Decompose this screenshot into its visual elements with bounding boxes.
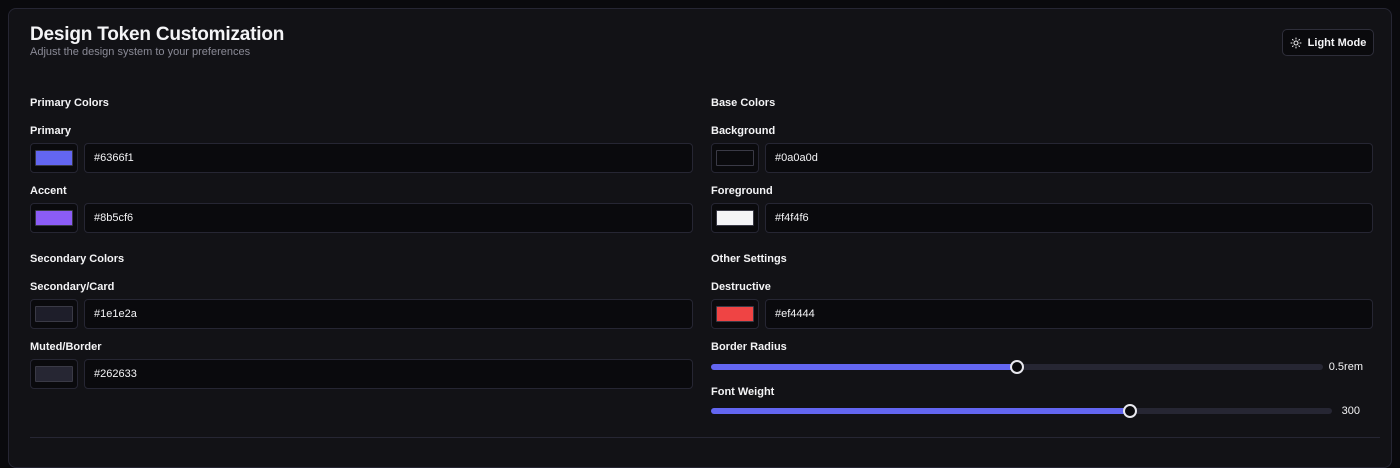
secondary-card-color-swatch [35,306,73,322]
muted-border-color-input[interactable] [84,359,693,389]
secondary-card-color-picker[interactable] [30,299,78,329]
muted-border-color-picker[interactable] [30,359,78,389]
light-mode-button[interactable]: Light Mode [1282,29,1374,56]
section-title-other-settings: Other Settings [711,253,787,265]
field-label-destructive: Destructive [711,281,771,293]
font-weight-slider[interactable] [711,404,1332,418]
accent-color-input[interactable] [84,203,693,233]
field-label-border-radius: Border Radius [711,341,787,353]
destructive-color-swatch [716,306,754,322]
field-label-background: Background [711,125,776,137]
section-title-primary-colors: Primary Colors [30,97,109,109]
destructive-color-input[interactable] [765,299,1373,329]
bottom-divider [30,437,1380,438]
field-label-muted-border: Muted/Border [30,341,102,353]
field-label-font-weight: Font Weight [711,386,775,398]
foreground-color-swatch [716,210,754,226]
field-label-primary: Primary [30,125,71,137]
field-label-secondary-card: Secondary/Card [30,281,115,293]
field-label-accent: Accent [30,185,67,197]
field-label-foreground: Foreground [711,185,773,197]
foreground-color-input[interactable] [765,203,1373,233]
accent-color-swatch [35,210,73,226]
section-title-base-colors: Base Colors [711,97,776,109]
muted-border-color-swatch [35,366,73,382]
section-title-secondary-colors: Secondary Colors [30,253,125,265]
primary-color-input[interactable] [84,143,693,173]
sun-icon [1290,37,1302,48]
page-title: Design Token Customization [30,24,285,45]
foreground-color-picker[interactable] [711,203,759,233]
font-weight-slider-fill [711,408,1131,414]
border-radius-value: 0.5rem [1328,361,1363,373]
border-radius-slider[interactable] [711,360,1323,374]
page-subtitle: Adjust the design system to your prefere… [30,46,251,58]
primary-color-swatch [35,150,73,166]
background-color-swatch [716,150,754,166]
destructive-color-picker[interactable] [711,299,759,329]
design-token-panel [8,8,1392,468]
font-weight-value: 300 [1341,405,1360,417]
primary-color-picker[interactable] [30,143,78,173]
border-radius-slider-thumb[interactable] [1010,360,1024,374]
accent-color-picker[interactable] [30,203,78,233]
border-radius-slider-fill [711,364,1017,370]
background-color-input[interactable] [765,143,1373,173]
light-mode-label: Light Mode [1307,36,1367,49]
secondary-card-color-input[interactable] [84,299,693,329]
background-color-picker[interactable] [711,143,759,173]
